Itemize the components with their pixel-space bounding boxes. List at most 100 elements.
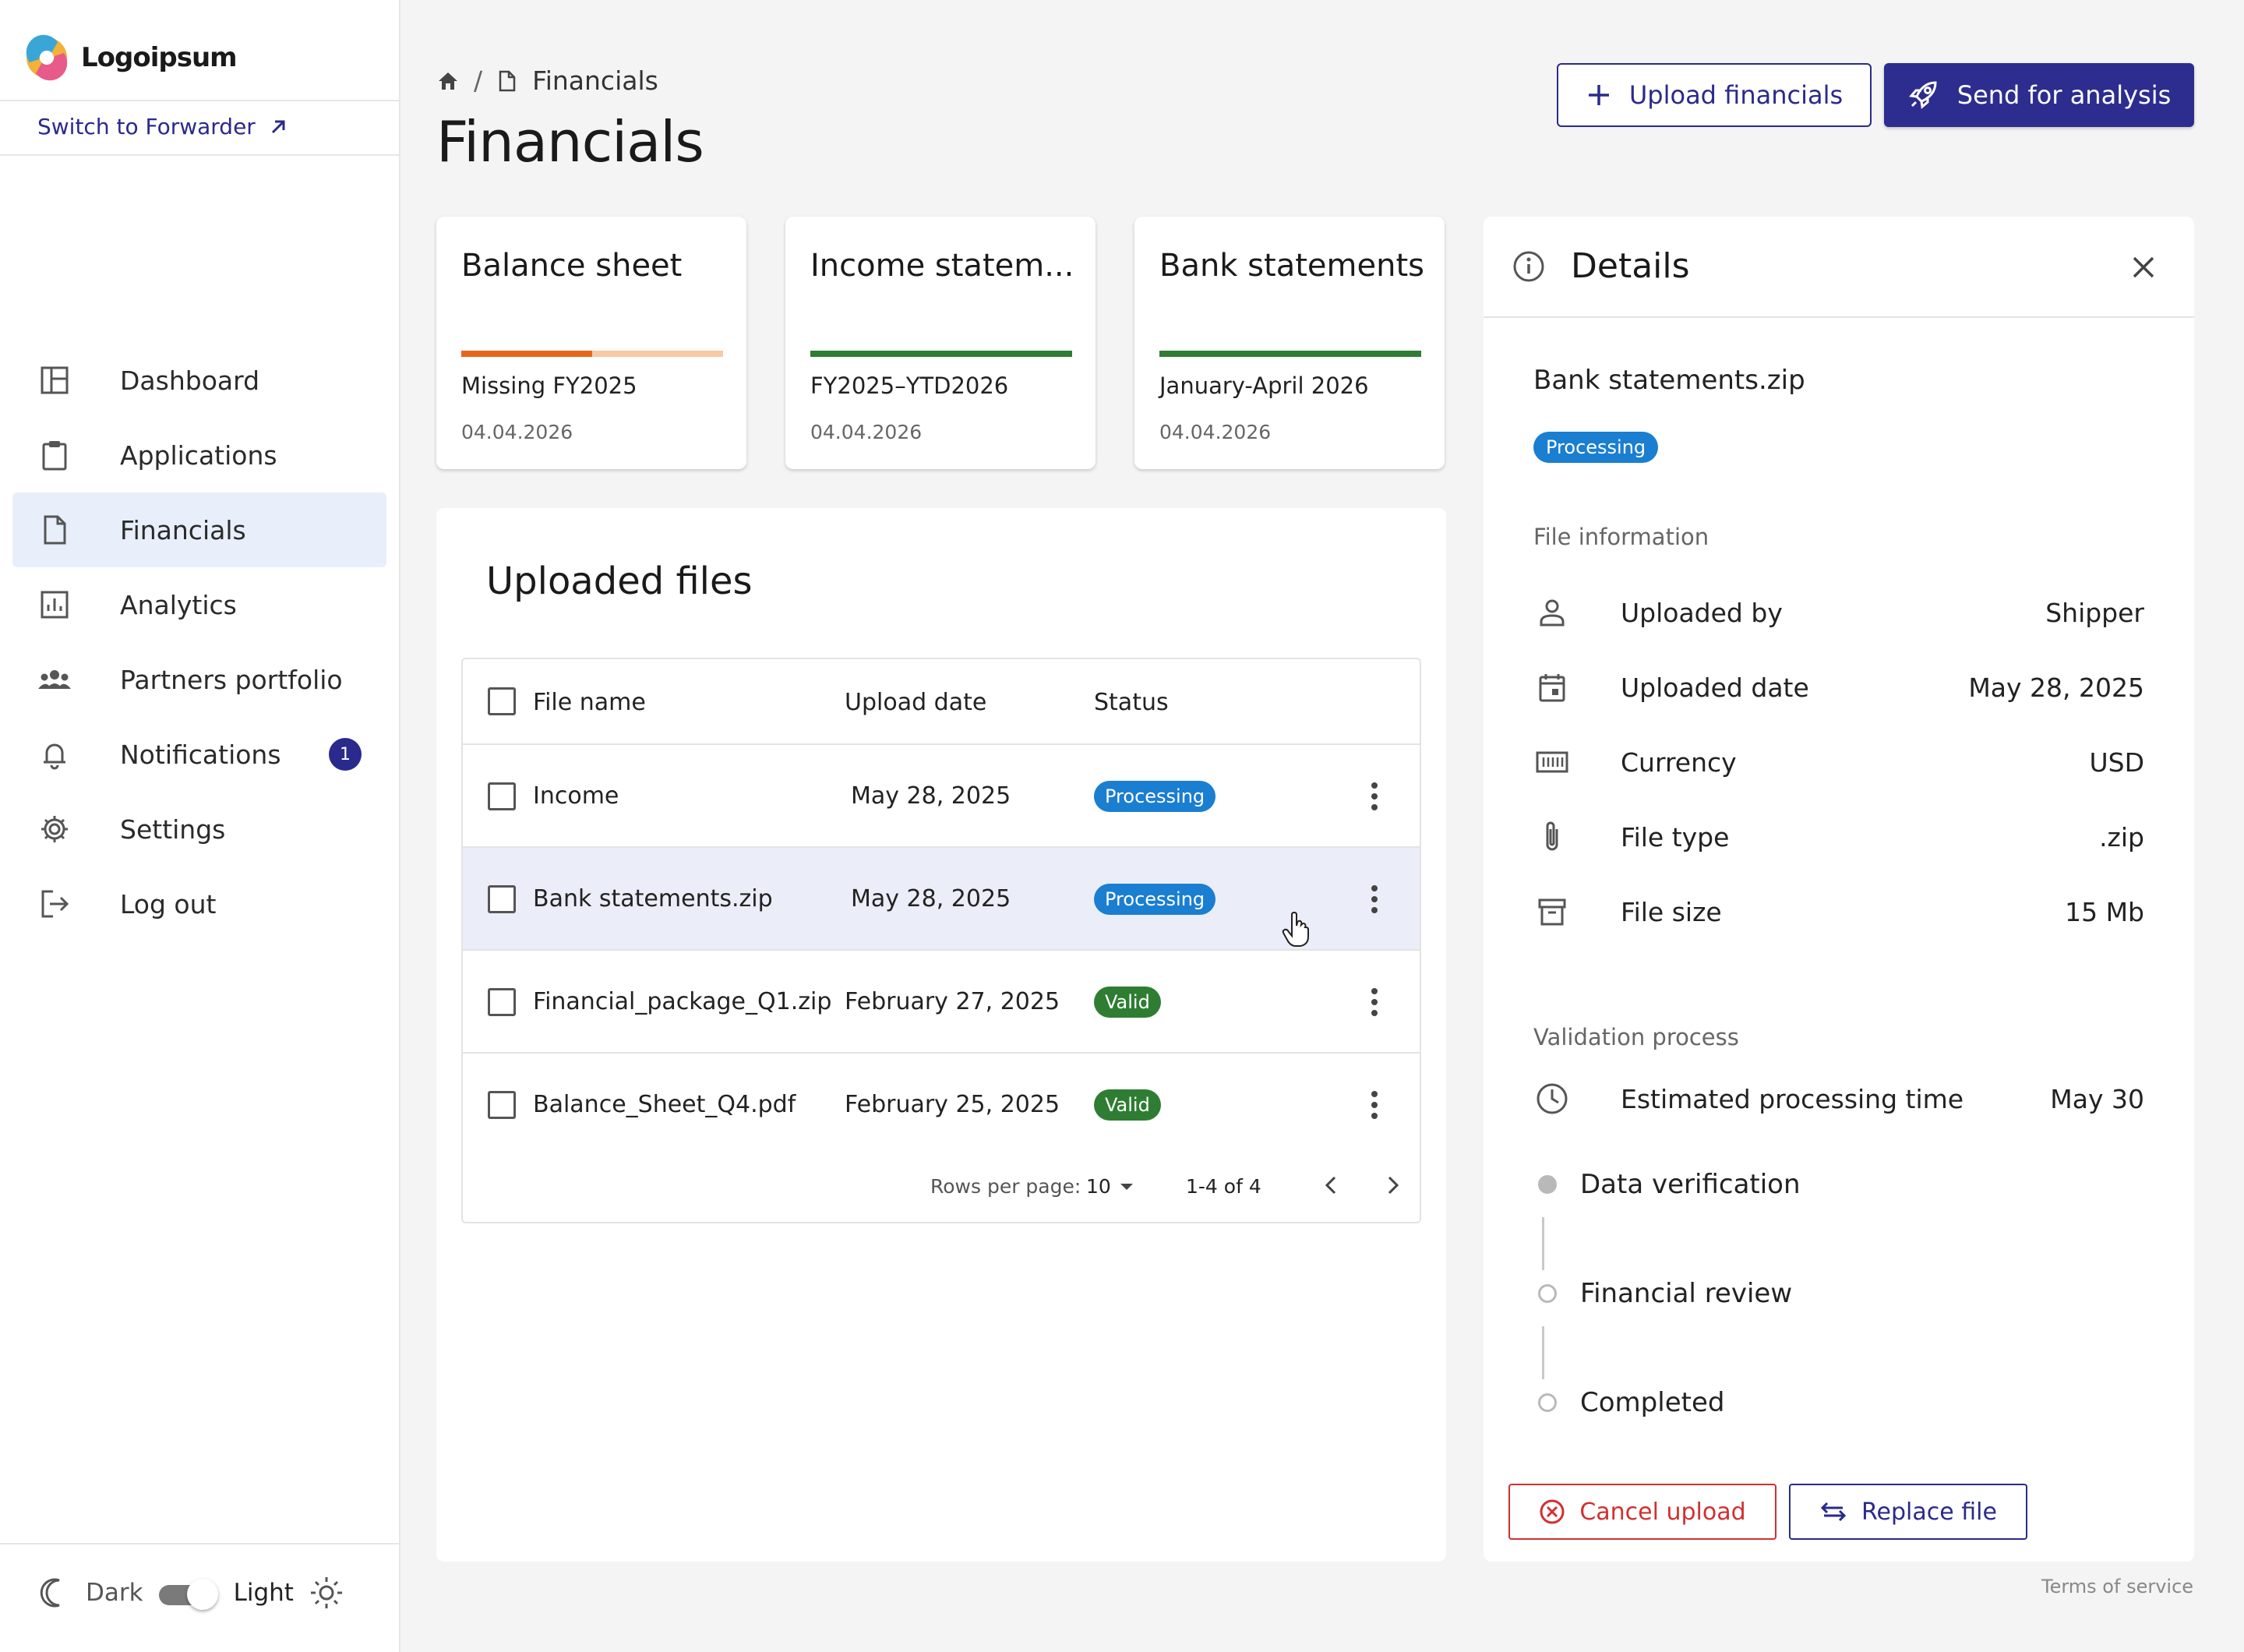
upload-date: February 27, 2025: [845, 988, 1060, 1015]
upload-financials-label: Upload financials: [1628, 80, 1844, 110]
switch-link-label: Switch to Forwarder: [37, 114, 256, 139]
sidebar-item-log-out[interactable]: Log out: [12, 867, 386, 941]
chevron-left-icon[interactable]: [1320, 1174, 1343, 1197]
light-label: Light: [233, 1579, 294, 1607]
kebab-dot: [1371, 804, 1378, 810]
card-date: 04.04.2026: [1159, 421, 1272, 443]
sidebar-item-analytics[interactable]: Analytics: [12, 567, 386, 642]
cancel-upload-label: Cancel upload: [1579, 1498, 1746, 1526]
validation-process-title: Validation process: [1533, 1024, 1739, 1050]
row-menu-button[interactable]: [1359, 1082, 1390, 1128]
upload-financials-button[interactable]: Upload financials: [1557, 63, 1872, 127]
bank-statements-card[interactable]: Bank statements January-April 2026 04.04…: [1134, 217, 1445, 469]
table-row[interactable]: Financial_package_Q1.zip February 27, 20…: [463, 951, 1420, 1054]
kebab-dot: [1371, 1010, 1378, 1016]
info-value: Shipper: [2045, 597, 2144, 628]
card-progress-fill: [1159, 351, 1421, 357]
card-progress-bar: [810, 351, 1072, 357]
card-date: 04.04.2026: [810, 421, 923, 443]
select-all-checkbox[interactable]: [488, 687, 516, 715]
table-row[interactable]: Income May 28, 2025 Processing: [463, 745, 1420, 848]
card-title: Bank statements: [1159, 248, 1424, 284]
clipboard-icon: [37, 438, 72, 472]
card-status: FY2025–YTD2026: [810, 372, 1009, 399]
rows-per-page-select[interactable]: 10: [1086, 1175, 1134, 1198]
info-row-file-type: File type .zip: [1533, 814, 2144, 860]
terms-of-service-link[interactable]: Terms of service: [2041, 1576, 2193, 1597]
sidebar-item-notifications[interactable]: Notifications 1: [12, 717, 386, 792]
replace-file-button[interactable]: Replace file: [1789, 1484, 2027, 1540]
archive-icon: [1533, 893, 1571, 930]
row-checkbox[interactable]: [488, 885, 516, 913]
balance-sheet-card[interactable]: Balance sheet Missing FY2025 04.04.2026: [436, 217, 746, 469]
column-header-file-name[interactable]: File name: [533, 689, 646, 716]
close-icon: [2133, 256, 2154, 278]
sidebar-item-dashboard[interactable]: Dashboard: [12, 343, 386, 418]
sidebar-item-settings[interactable]: Settings: [12, 792, 386, 867]
theme-toggle[interactable]: [158, 1577, 218, 1610]
page-title: Financials: [436, 109, 704, 175]
dark-label: Dark: [86, 1579, 143, 1607]
status-badge: Valid: [1094, 1089, 1161, 1121]
brand-name: Logoipsum: [81, 42, 238, 73]
row-menu-button[interactable]: [1359, 979, 1390, 1025]
income-statement-card[interactable]: Income statem... FY2025–YTD2026 04.04.20…: [785, 217, 1096, 469]
cancel-upload-button[interactable]: Cancel upload: [1508, 1484, 1776, 1540]
step-data-verification: Data verification: [1533, 1169, 1801, 1200]
info-label: File type: [1621, 821, 1730, 852]
person-icon: [1533, 594, 1571, 631]
replace-file-label: Replace file: [1861, 1498, 1997, 1526]
column-header-upload-date[interactable]: Upload date: [845, 689, 986, 716]
files-table: File name Upload date Status Income May …: [461, 658, 1421, 1223]
rows-per-page-label: Rows per page:: [930, 1175, 1081, 1198]
step-indicator: [1538, 1175, 1557, 1194]
estimate-value: May 30: [2050, 1083, 2144, 1114]
send-for-analysis-button[interactable]: Send for analysis: [1884, 63, 2194, 127]
switch-to-forwarder-link[interactable]: Switch to Forwarder: [37, 114, 288, 139]
row-menu-button[interactable]: [1359, 876, 1390, 923]
close-details-button[interactable]: [2124, 248, 2163, 287]
logout-icon: [37, 887, 72, 921]
table-row-selected[interactable]: Bank statements.zip May 28, 2025 Process…: [463, 848, 1420, 951]
row-checkbox[interactable]: [488, 782, 516, 810]
table-header-row: File name Upload date Status: [463, 659, 1420, 745]
card-progress-bar: [461, 351, 723, 357]
row-checkbox[interactable]: [488, 1091, 516, 1119]
sun-icon: [310, 1577, 342, 1608]
card-title: Balance sheet: [461, 248, 683, 284]
column-header-status[interactable]: Status: [1094, 689, 1169, 716]
brand-logo[interactable]: Logoipsum: [23, 34, 238, 81]
breadcrumb-separator: /: [474, 65, 483, 96]
breadcrumb-current[interactable]: Financials: [532, 65, 658, 96]
upload-date: May 28, 2025: [851, 885, 1011, 912]
info-label: Uploaded date: [1621, 672, 1809, 703]
details-header: Details: [1484, 217, 2194, 318]
info-row-file-size: File size 15 Mb: [1533, 888, 2144, 935]
sidebar-item-partners-portfolio[interactable]: Partners portfolio: [12, 642, 386, 717]
estimate-label: Estimated processing time: [1621, 1083, 1964, 1114]
step-indicator: [1538, 1284, 1557, 1303]
kebab-dot: [1371, 896, 1378, 902]
sidebar-item-applications[interactable]: Applications: [12, 418, 386, 492]
document-icon: [499, 70, 516, 91]
row-menu-button[interactable]: [1359, 773, 1390, 820]
file-name: Income: [533, 782, 619, 810]
info-icon: [1513, 251, 1544, 282]
kebab-dot: [1371, 885, 1378, 891]
info-label: Currency: [1621, 747, 1737, 778]
info-row-currency: Currency USD: [1533, 739, 2144, 785]
card-progress-fill: [810, 351, 1072, 357]
bell-icon: [37, 737, 72, 771]
info-value: .zip: [2099, 821, 2144, 852]
kebab-dot: [1371, 907, 1378, 913]
home-icon[interactable]: [436, 69, 460, 93]
table-row[interactable]: Balance_Sheet_Q4.pdf February 25, 2025 V…: [463, 1054, 1420, 1156]
sidebar-item-label: Notifications: [120, 739, 281, 770]
document-icon: [37, 513, 72, 547]
sidebar-item-label: Partners portfolio: [120, 664, 343, 695]
sidebar-item-financials[interactable]: Financials: [12, 492, 386, 567]
step-financial-review: Financial review: [1533, 1278, 1792, 1309]
divider: [0, 154, 400, 156]
row-checkbox[interactable]: [488, 988, 516, 1016]
chevron-right-icon[interactable]: [1381, 1174, 1404, 1197]
